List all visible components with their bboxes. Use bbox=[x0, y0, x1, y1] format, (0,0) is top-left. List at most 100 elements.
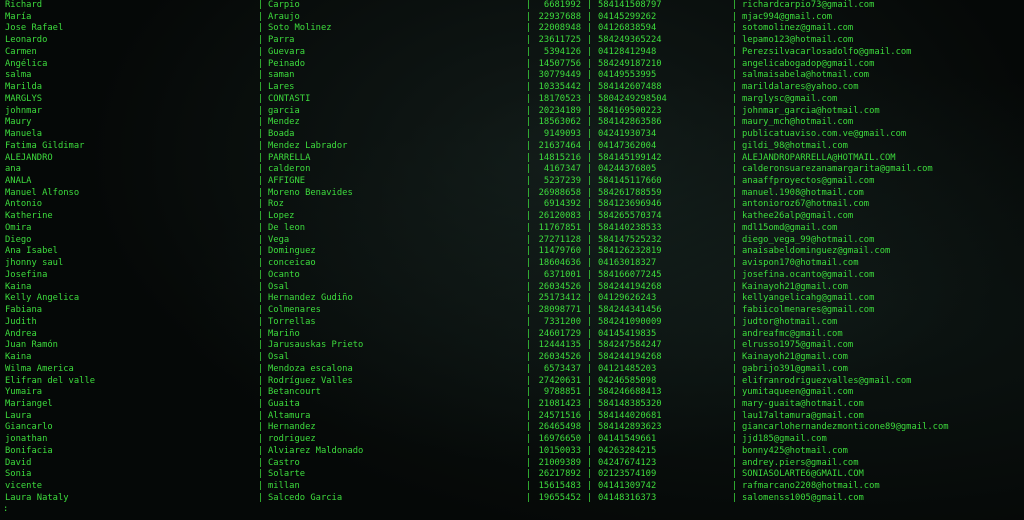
first-name-cell: Wilma America bbox=[5, 363, 74, 374]
column-separator: | bbox=[732, 410, 738, 421]
column-separator: | bbox=[587, 281, 593, 292]
table-row: Manuela | Boada | 9149093 | 04241930734 | public… bbox=[0, 129, 1024, 141]
first-name-cell: Antonio bbox=[5, 199, 43, 210]
column-separator: | bbox=[258, 469, 264, 480]
first-name-cell: Kaina bbox=[5, 281, 32, 292]
column-separator: | bbox=[732, 281, 738, 292]
email-cell: bonny425@hotmail.com bbox=[742, 445, 848, 456]
column-separator: | bbox=[732, 492, 738, 503]
first-name-cell: Yumaira bbox=[5, 387, 43, 398]
column-separator: | bbox=[258, 35, 264, 46]
column-separator: | bbox=[258, 164, 264, 175]
table-row: Yumaira | Betancourt | 9788851 | 584246688413 |… bbox=[0, 387, 1024, 399]
column-separator: | bbox=[258, 258, 264, 269]
phone-cell: 04263284215 bbox=[598, 445, 657, 456]
pager-prompt[interactable]: : bbox=[3, 504, 8, 514]
id-number-cell: 22937688 bbox=[538, 11, 581, 22]
email-cell: kathee26alp@gmail.com bbox=[742, 211, 854, 222]
first-name-cell: Laura Nataly bbox=[5, 492, 69, 503]
table-row: Diego | Vega | 27271128 | 584147525232 | diego_v… bbox=[0, 235, 1024, 247]
last-name-cell: CONTASTI bbox=[268, 93, 311, 104]
id-number-cell: 26034526 bbox=[538, 352, 581, 363]
table-row: Wilma America | Mendoza escalona | 6573437 | 0… bbox=[0, 364, 1024, 376]
column-separator: | bbox=[732, 140, 738, 151]
column-separator: | bbox=[258, 445, 264, 456]
phone-cell: 584142863586 bbox=[598, 117, 662, 128]
last-name-cell: De leon bbox=[268, 222, 306, 233]
column-separator: | bbox=[258, 293, 264, 304]
first-name-cell: Angélica bbox=[5, 58, 48, 69]
table-row: Laura | Altamura | 24571516 | 584144020681 | lau… bbox=[0, 411, 1024, 423]
table-row: Judith | Torrellas | 7331200 | 584241090009 | ju… bbox=[0, 317, 1024, 329]
column-separator: | bbox=[587, 117, 593, 128]
column-separator: | bbox=[587, 363, 593, 374]
last-name-cell: Altamura bbox=[268, 410, 311, 421]
id-number-cell: 5237239 bbox=[543, 176, 581, 187]
id-number-cell: 9149093 bbox=[543, 129, 581, 140]
column-separator: | bbox=[732, 269, 738, 280]
email-cell: Kainayoh21@gmail.com bbox=[742, 281, 848, 292]
first-name-cell: MARGLYS bbox=[5, 93, 43, 104]
phone-cell: 04129626243 bbox=[598, 293, 657, 304]
column-separator: | bbox=[732, 211, 738, 222]
column-separator: | bbox=[732, 481, 738, 492]
email-cell: yumitaqueen@gmail.com bbox=[742, 387, 854, 398]
phone-cell: 584261788559 bbox=[598, 187, 662, 198]
last-name-cell: Osal bbox=[268, 281, 290, 292]
first-name-cell: Mariangel bbox=[5, 398, 53, 409]
id-number-cell: 6573437 bbox=[543, 363, 581, 374]
table-row: Fabiana | Colmenares | 28098771 | 584244341456… bbox=[0, 305, 1024, 317]
column-separator: | bbox=[732, 434, 738, 445]
column-separator: | bbox=[587, 410, 593, 421]
last-name-cell: Carpio bbox=[268, 0, 300, 10]
column-separator: | bbox=[587, 199, 593, 210]
email-cell: giancarlohernandezmonticone89@gmail.com bbox=[742, 422, 949, 433]
phone-cell: 04128412948 bbox=[598, 46, 657, 57]
email-cell: anaisabeldominguez@gmail.com bbox=[742, 246, 891, 257]
phone-cell: 584148385320 bbox=[598, 398, 662, 409]
last-name-cell: Mendez Labrador bbox=[268, 140, 348, 151]
last-name-cell: garcia bbox=[268, 105, 300, 116]
table-row: Maury | Mendez | 18563062 | 584142863586 | maury… bbox=[0, 117, 1024, 129]
column-separator: | bbox=[732, 328, 738, 339]
table-row: salma | saman | 30779449 | 04149553995 | salmais… bbox=[0, 70, 1024, 82]
last-name-cell: Hernandez Gudiño bbox=[268, 293, 353, 304]
column-separator: | bbox=[587, 222, 593, 233]
last-name-cell: Parra bbox=[268, 35, 295, 46]
id-number-cell: 12444135 bbox=[538, 340, 581, 351]
id-number-cell: 26465498 bbox=[538, 422, 581, 433]
phone-cell: 584241090009 bbox=[598, 316, 662, 327]
phone-cell: 04147362004 bbox=[598, 140, 657, 151]
column-separator: | bbox=[732, 246, 738, 257]
email-cell: calderonsuarezanamargarita@gmail.com bbox=[742, 164, 933, 175]
last-name-cell: Roz bbox=[268, 199, 284, 210]
phone-cell: 584141508797 bbox=[598, 0, 662, 10]
phone-cell: 04244376805 bbox=[598, 164, 657, 175]
table-row: Ana Isabel | Dominguez | 11479760 | 5841262328… bbox=[0, 246, 1024, 258]
column-separator: | bbox=[587, 176, 593, 187]
id-number-cell: 27420631 bbox=[538, 375, 581, 386]
phone-cell: 584247584247 bbox=[598, 340, 662, 351]
first-name-cell: salma bbox=[5, 70, 32, 81]
phone-cell: 584244194268 bbox=[598, 352, 662, 363]
table-row: Mariangel | Guaita | 21081423 | 584148385320 | m… bbox=[0, 399, 1024, 411]
column-separator: | bbox=[732, 445, 738, 456]
first-name-cell: Laura bbox=[5, 410, 32, 421]
phone-cell: 584246688413 bbox=[598, 387, 662, 398]
table-row: Giancarlo | Hernandez | 26465498 | 58414289362… bbox=[0, 422, 1024, 434]
id-number-cell: 19655452 bbox=[538, 492, 581, 503]
column-separator: | bbox=[587, 46, 593, 57]
last-name-cell: PARRELLA bbox=[268, 152, 311, 163]
table-row: Elifran del valle | Rodríguez Valles | 27420… bbox=[0, 376, 1024, 388]
column-separator: | bbox=[587, 457, 593, 468]
column-separator: | bbox=[587, 140, 593, 151]
table-row: María | Araujo | 22937688 | 04145299262 | mjac99… bbox=[0, 12, 1024, 24]
column-separator: | bbox=[258, 422, 264, 433]
phone-cell: 584265570374 bbox=[598, 211, 662, 222]
phone-cell: 04126838594 bbox=[598, 23, 657, 34]
column-separator: | bbox=[587, 23, 593, 34]
column-separator: | bbox=[732, 176, 738, 187]
id-number-cell: 26217892 bbox=[538, 469, 581, 480]
column-separator: | bbox=[258, 457, 264, 468]
email-cell: josefina.ocanto@gmail.com bbox=[742, 269, 875, 280]
